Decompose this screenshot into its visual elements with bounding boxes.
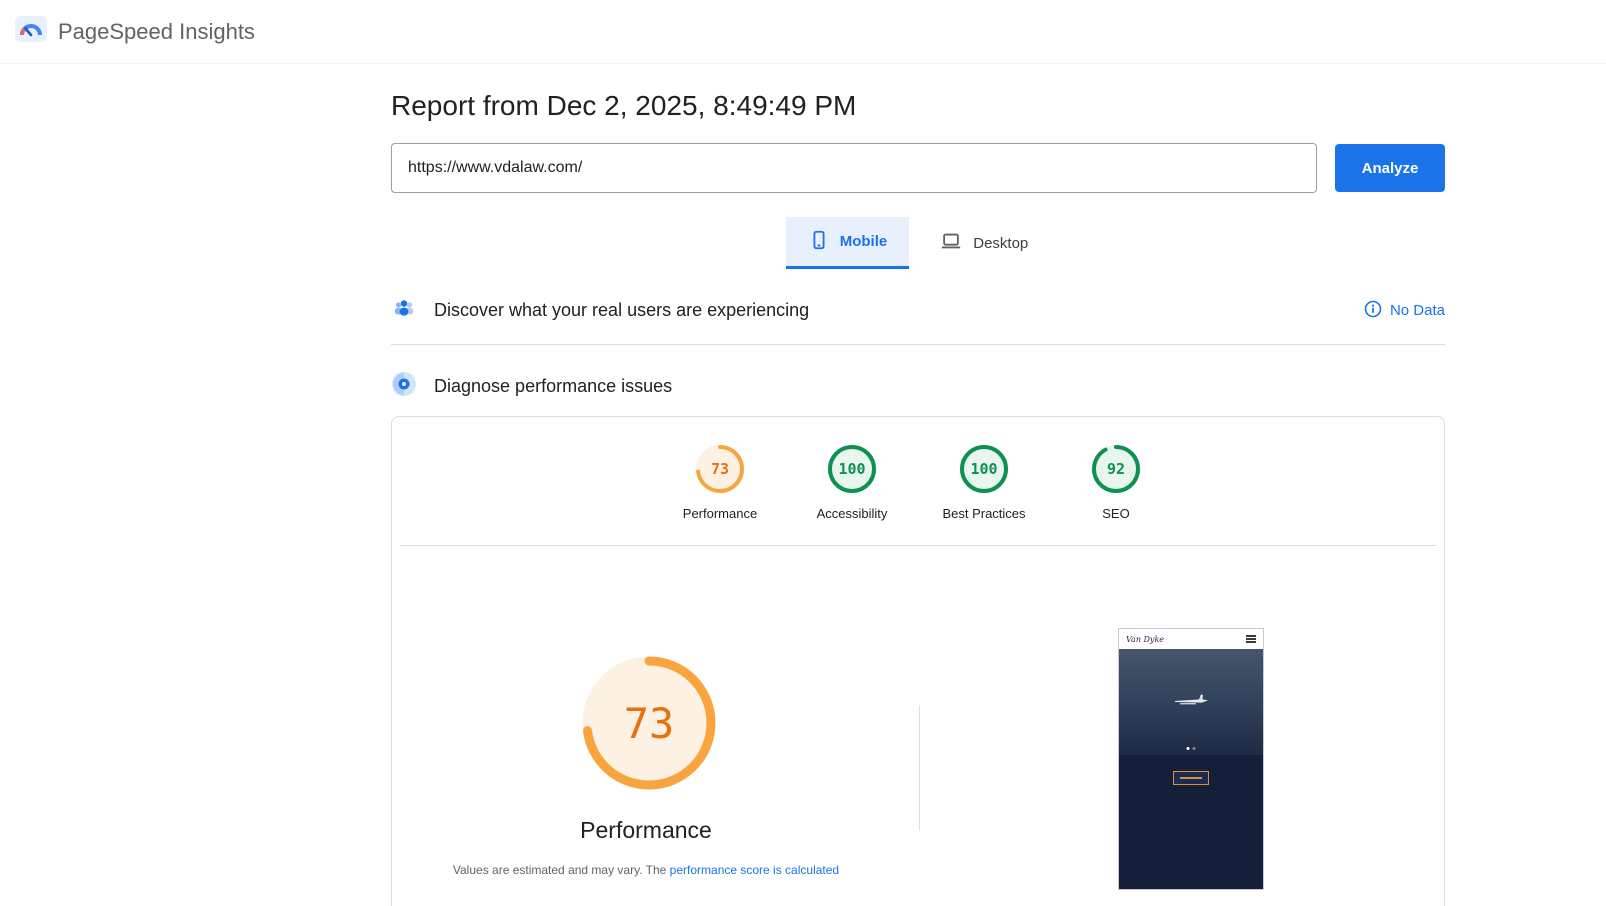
thumb-page-body (1119, 755, 1263, 889)
tab-desktop-label: Desktop (973, 234, 1029, 252)
performance-disclaimer: Values are estimated and may vary. The p… (452, 863, 840, 877)
lab-data-title: Diagnose performance issues (434, 376, 673, 396)
no-data-link[interactable]: No Data (1364, 300, 1445, 322)
device-tabs: Mobile Desktop (391, 217, 1445, 269)
card-divider (400, 545, 1436, 546)
score-label: Performance (682, 506, 758, 521)
app-header: PageSpeed Insights (0, 0, 1606, 64)
tab-desktop[interactable]: Desktop (917, 217, 1050, 269)
info-icon (1364, 300, 1382, 322)
score-accessibility: 100 Accessibility (786, 443, 918, 521)
hamburger-menu-icon (1246, 634, 1256, 645)
thumb-hero-photo (1119, 649, 1263, 755)
score-calculation-link[interactable]: performance score is calculated (670, 863, 839, 877)
page-screenshot-thumbnail: Van Dyke (1118, 628, 1264, 890)
thumb-site-logo: Van Dyke (1126, 634, 1165, 644)
category-scores-row: 73 Performance 100 Accessibility 100 Bes… (392, 417, 1444, 521)
performance-gauge-small[interactable]: 73 (694, 443, 746, 495)
best-practices-gauge-small[interactable]: 100 (958, 443, 1010, 495)
pagespeed-logo-icon[interactable] (14, 14, 48, 49)
score-label: SEO (1102, 506, 1130, 521)
lab-data-section-header: Diagnose performance issues (391, 371, 1445, 402)
seo-gauge-small[interactable]: 92 (1090, 443, 1142, 495)
vertical-divider (919, 705, 920, 831)
accessibility-gauge-small[interactable]: 100 (826, 443, 878, 495)
section-divider (391, 344, 1445, 345)
main-content: Report from Dec 2, 2025, 8:49:49 PM Anal… (391, 64, 1445, 906)
lighthouse-icon (391, 371, 417, 402)
score-label: Best Practices (942, 506, 1026, 521)
tab-mobile[interactable]: Mobile (785, 217, 910, 269)
score-label: Accessibility (816, 506, 888, 521)
carousel-dots (1186, 747, 1196, 750)
tab-mobile-label: Mobile (839, 233, 888, 250)
report-card: 73 Performance 100 Accessibility 100 Bes… (391, 416, 1445, 906)
thumb-cta-button (1173, 771, 1209, 785)
mobile-icon (808, 229, 830, 255)
url-row: Analyze (391, 143, 1445, 193)
score-seo: 92 SEO (1050, 443, 1182, 521)
score-best-practices: 100 Best Practices (918, 443, 1050, 521)
airplane-image (1172, 693, 1210, 712)
no-data-label: No Data (1389, 302, 1445, 319)
thumb-site-header: Van Dyke (1119, 629, 1263, 649)
url-input[interactable] (391, 143, 1317, 193)
performance-section-title: Performance (580, 817, 712, 843)
report-title: Report from Dec 2, 2025, 8:49:49 PM (391, 90, 857, 121)
desktop-icon (939, 230, 963, 256)
analyze-button[interactable]: Analyze (1335, 144, 1445, 192)
performance-gauge-large[interactable]: 73 (579, 653, 719, 793)
field-data-section-header: Discover what your real users are experi… (391, 295, 1445, 326)
app-title[interactable]: PageSpeed Insights (58, 19, 255, 45)
score-performance: 73 Performance (654, 443, 786, 521)
real-users-icon (391, 295, 417, 326)
field-data-title: Discover what your real users are experi… (434, 300, 810, 320)
